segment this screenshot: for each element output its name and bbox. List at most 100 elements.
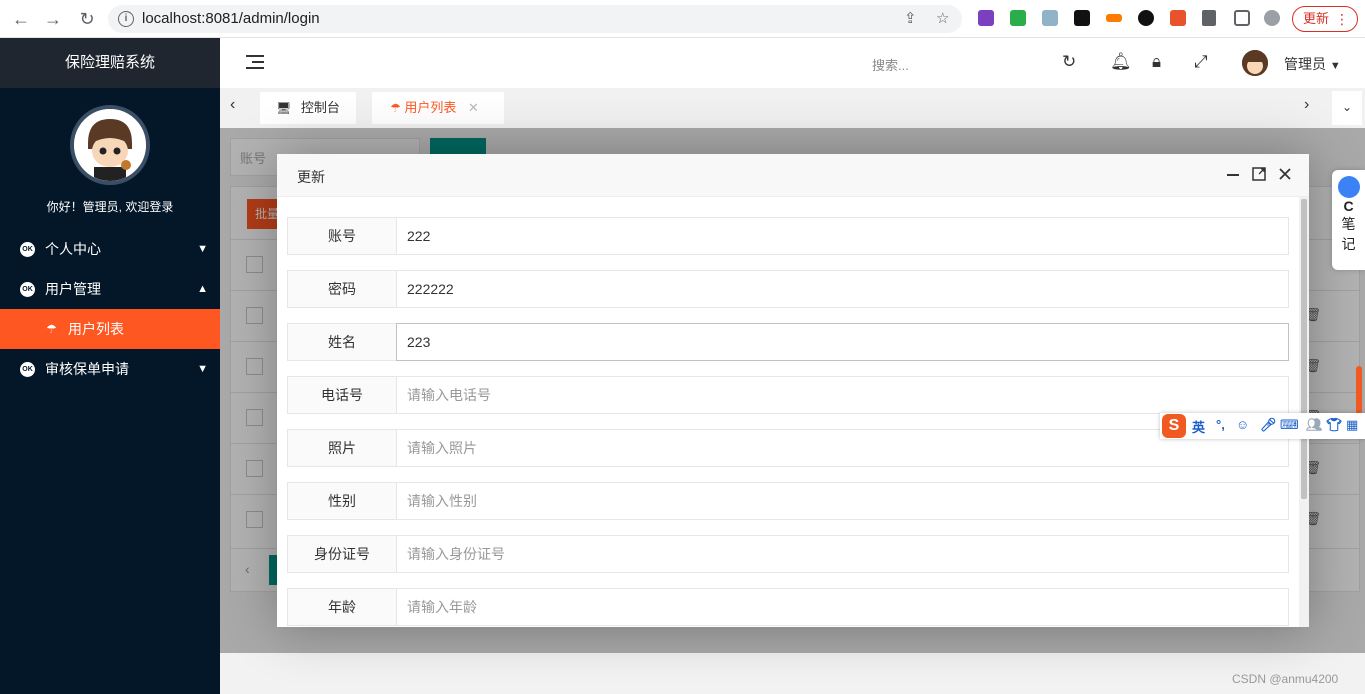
welcome-text: 你好！管理员, 欢迎登录 [46, 200, 174, 214]
ime-user-icon[interactable]: 👥︎ [1306, 417, 1323, 433]
bookmark-star-icon[interactable]: ☆ [936, 9, 949, 27]
forward-arrow-icon[interactable]: → [42, 8, 64, 30]
side-scroll-indicator [1356, 366, 1362, 414]
dialog-body: 账号 密码 姓名 电话号 照片 性别 身份证号 年龄 [277, 197, 1309, 627]
field-label: 密码 [287, 270, 397, 308]
dialog-scrollbar[interactable] [1299, 197, 1309, 627]
sidebar-item-user-management[interactable]: OK 用户管理 ▲ [0, 269, 220, 309]
dialog-header: 更新 [277, 154, 1309, 197]
ok-icon: OK [20, 242, 35, 257]
lock-icon[interactable]: 🔒︎ [1152, 52, 1161, 72]
tab-user-list[interactable]: ☂ 用户列表 ✕ [372, 92, 504, 124]
account-input[interactable] [396, 217, 1289, 255]
menu-toggle-icon[interactable] [246, 54, 264, 70]
note-text: 记 [1341, 236, 1356, 252]
field-label: 姓名 [287, 323, 397, 361]
scrollbar-thumb[interactable] [1301, 199, 1307, 499]
extension-image-icon[interactable] [1042, 10, 1058, 26]
watermark: CSDN @anmu4200 [1232, 672, 1339, 686]
extension-vip-icon[interactable] [1106, 14, 1122, 22]
tabs-menu-icon[interactable]: ⌄ [1332, 91, 1362, 125]
address-bar[interactable]: i localhost:8081/admin/login ⇪ ☆ [108, 5, 962, 33]
tab-close-icon[interactable]: ✕ [468, 100, 479, 115]
refresh-icon[interactable]: ↻ [1062, 52, 1076, 72]
tabs-bar: ‹ 🖥︎ 控制台 ☂ 用户列表 ✕ › ⌄ [220, 88, 1365, 128]
extension-dots-icon[interactable] [1074, 10, 1090, 26]
fullscreen-icon[interactable]: ⤢ [1194, 52, 1208, 72]
reload-icon[interactable]: ↻ [76, 8, 98, 30]
form-row-id-number: 身份证号 [287, 535, 1289, 573]
sidebar-item-label: 审核保单申请 [45, 361, 129, 377]
side-panel-icon[interactable] [1234, 10, 1250, 26]
sidebar-item-label: 用户管理 [45, 281, 101, 297]
field-label: 账号 [287, 217, 397, 255]
avatar-illustration-icon [74, 109, 146, 181]
chevron-down-icon: ▼ [197, 243, 208, 255]
update-label: 更新 [1303, 11, 1330, 26]
tab-dashboard[interactable]: 🖥︎ 控制台 [260, 92, 356, 124]
id-number-input[interactable] [396, 535, 1289, 573]
extension-c-icon[interactable] [1170, 10, 1186, 26]
system-title: 保险理赔系统 [0, 38, 220, 88]
header-avatar[interactable] [1242, 50, 1268, 76]
form-row-age: 年龄 [287, 588, 1289, 626]
ime-logo-icon[interactable]: S [1162, 414, 1186, 438]
more-menu-icon: ⋮ [1335, 11, 1349, 27]
bell-icon[interactable]: 🔔︎ [1110, 52, 1132, 72]
age-input[interactable] [396, 588, 1289, 626]
tabs-prev-icon[interactable]: ‹ [230, 96, 235, 114]
field-label: 照片 [287, 429, 397, 467]
back-arrow-icon[interactable]: ← [10, 8, 32, 30]
url-text[interactable]: localhost:8081/admin/login [142, 10, 320, 27]
password-input[interactable] [396, 270, 1289, 308]
header-user-name: 管理员 [1284, 56, 1326, 72]
ok-icon: OK [20, 362, 35, 377]
gender-input[interactable] [396, 482, 1289, 520]
form-row-phone: 电话号 [287, 376, 1289, 414]
sidebar-item-user-list[interactable]: ☂ 用户列表 [0, 309, 220, 349]
form-row-name: 姓名 [287, 323, 1289, 361]
extension-infinity-icon[interactable] [1138, 10, 1154, 26]
extension-chat-icon[interactable] [1010, 10, 1026, 26]
ime-skin-icon[interactable]: 👕︎ [1326, 417, 1343, 433]
share-icon[interactable]: ⇪ [904, 9, 917, 27]
sidebar-item-personal-center[interactable]: OK 个人中心 ▼ [0, 229, 220, 269]
chevron-up-icon: ▲ [197, 283, 208, 295]
sidebar-item-policy-review[interactable]: OK 审核保单申请 ▼ [0, 349, 220, 389]
field-label: 年龄 [287, 588, 397, 626]
maximize-icon[interactable] [1251, 166, 1267, 182]
tab-label: 用户列表 [404, 100, 457, 115]
sub-icon: ☂ [390, 101, 401, 115]
profile-icon[interactable] [1264, 10, 1280, 26]
note-side-widget[interactable]: C 笔 记 [1332, 170, 1365, 270]
update-dialog: 更新 账号 密码 姓名 电话号 照片 性别 身份证号 [277, 154, 1309, 627]
extensions-puzzle-icon[interactable] [1202, 10, 1216, 26]
sidebar: 保险理赔系统 你好！管理员, 欢迎登录 OK 个人中心 ▼ OK 用户管理 ▲ … [0, 38, 220, 694]
extension-rp-icon[interactable] [978, 10, 994, 26]
header-search[interactable]: 搜索... [872, 55, 909, 74]
form-row-gender: 性别 [287, 482, 1289, 520]
ime-language-toggle[interactable]: 英 [1192, 417, 1205, 436]
minimize-icon[interactable] [1225, 166, 1241, 182]
header-user-menu[interactable]: 管理员 ▼ [1284, 54, 1341, 74]
tabs-next-icon[interactable]: › [1304, 96, 1309, 114]
chevron-down-icon: ▼ [197, 363, 208, 375]
ime-emoji-icon[interactable]: ☺ [1236, 417, 1249, 432]
phone-input[interactable] [396, 376, 1289, 414]
field-label: 电话号 [287, 376, 397, 414]
browser-update-button[interactable]: 更新 ⋮ [1292, 6, 1358, 32]
ime-punctuation-icon[interactable]: °, [1216, 417, 1225, 432]
name-input[interactable] [396, 323, 1289, 361]
ime-voice-icon[interactable]: 🎤︎ [1260, 417, 1277, 433]
close-icon[interactable] [1277, 166, 1293, 182]
ime-grid-icon[interactable]: ▦ [1346, 417, 1358, 433]
form-row-account: 账号 [287, 217, 1289, 255]
site-info-icon[interactable]: i [118, 11, 134, 27]
photo-input[interactable] [396, 429, 1289, 467]
sidebar-item-label: 用户列表 [68, 321, 124, 337]
form-row-password: 密码 [287, 270, 1289, 308]
user-avatar [70, 105, 150, 185]
ime-keyboard-icon[interactable]: ⌨ [1280, 417, 1299, 433]
field-label: 身份证号 [287, 535, 397, 573]
dialog-title: 更新 [297, 169, 325, 185]
